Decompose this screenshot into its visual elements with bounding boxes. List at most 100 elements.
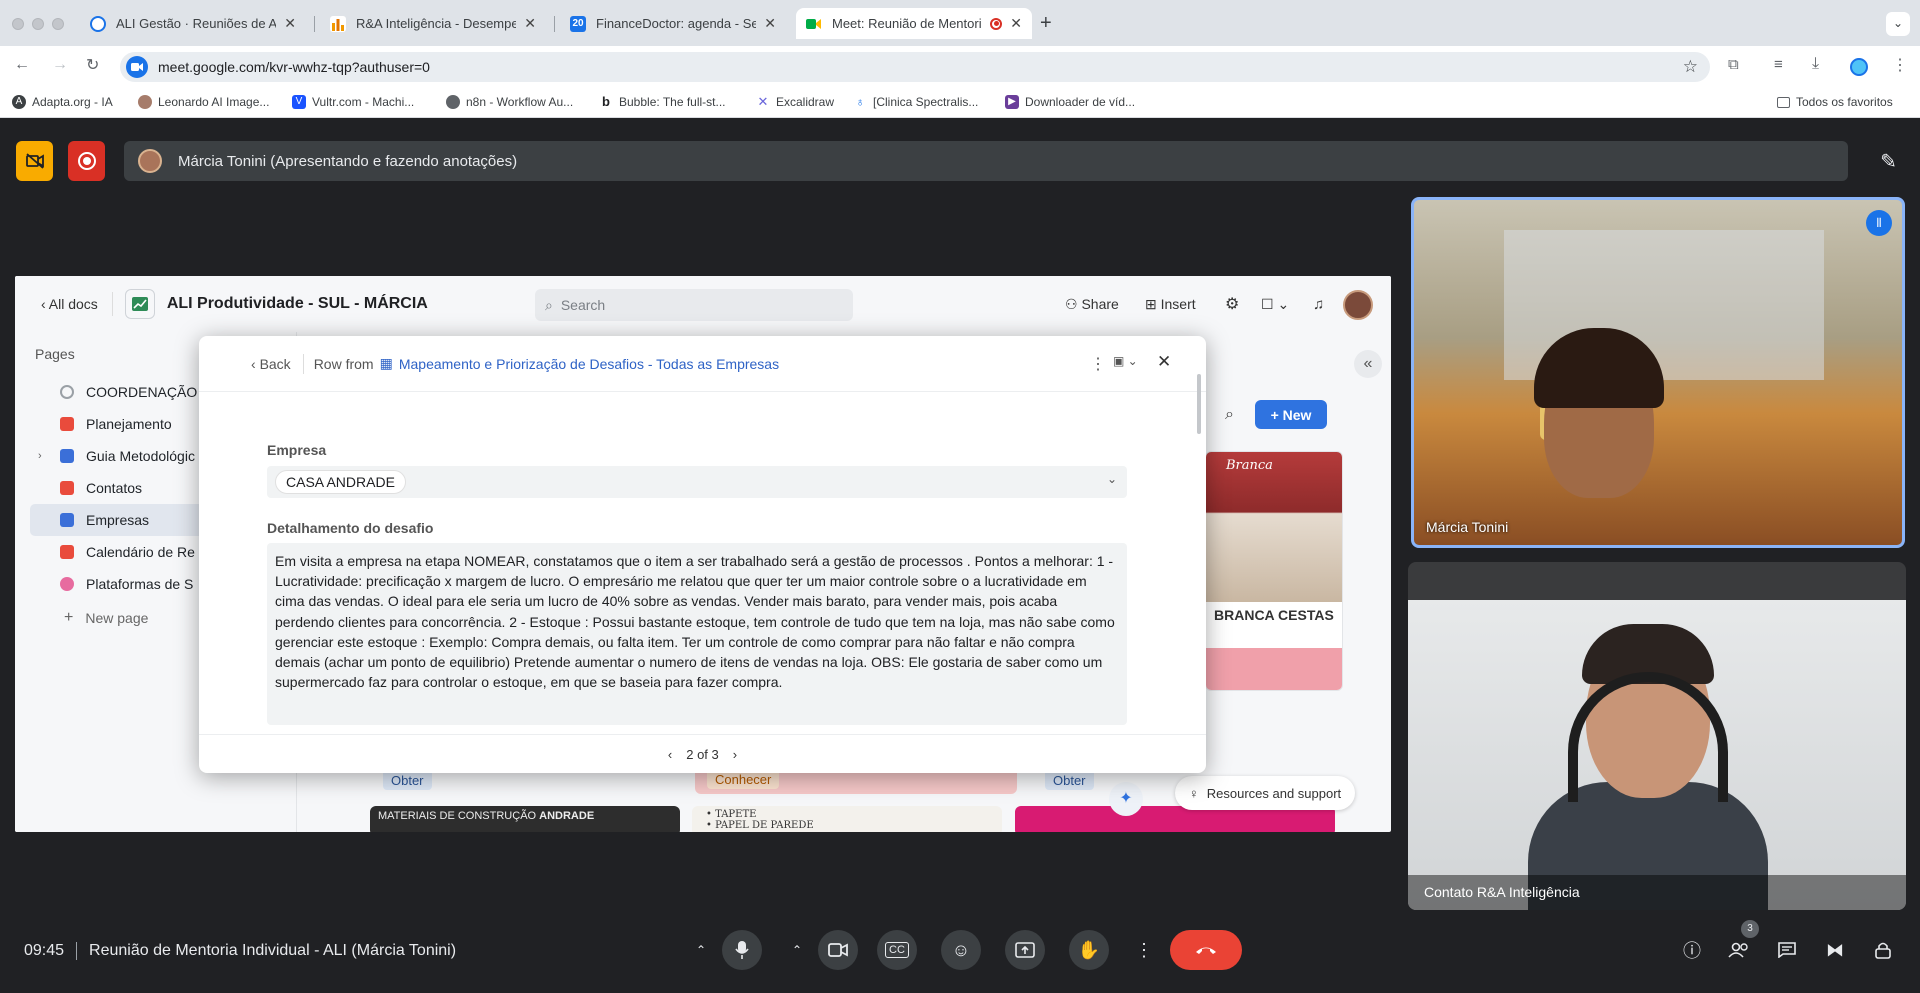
- bookmark-3[interactable]: V Vultr.com - Machi...: [292, 95, 414, 109]
- previous-row-icon[interactable]: ‹: [668, 747, 672, 762]
- source-table-link[interactable]: ▦ Mapeamento e Priorização de Desafios - …: [380, 355, 780, 372]
- profile-avatar[interactable]: [1850, 58, 1868, 76]
- recording-icon: [990, 17, 1003, 30]
- close-tab-icon[interactable]: ✕: [764, 15, 776, 32]
- search-icon: ⌕: [545, 296, 553, 313]
- presentation-bar: Márcia Tonini (Apresentando e fazendo an…: [14, 141, 1918, 181]
- bookmark-2[interactable]: Leonardo AI Image...: [138, 95, 269, 109]
- collapse-panel-icon[interactable]: «: [1354, 350, 1382, 378]
- all-bookmarks[interactable]: Todos os favoritos: [1777, 95, 1893, 109]
- window-controls[interactable]: [12, 17, 72, 35]
- folder-icon: [1777, 96, 1790, 108]
- annotation-pen-icon[interactable]: ✎: [1870, 141, 1907, 181]
- browser-tab-2[interactable]: R&A Inteligência - Desempenh ✕: [320, 8, 546, 39]
- participant-tile-contato[interactable]: Contato R&A Inteligência: [1408, 562, 1906, 910]
- video-options-chevron-icon[interactable]: ⌃: [777, 930, 817, 970]
- close-tab-icon[interactable]: ✕: [1010, 15, 1022, 32]
- next-row-icon[interactable]: ›: [733, 747, 737, 762]
- bookmark-8[interactable]: ▶ Downloader de víd...: [1005, 95, 1135, 109]
- brain-icon: [60, 577, 74, 591]
- participant-name: Márcia Tonini: [1426, 519, 1509, 535]
- camera-icon[interactable]: [818, 930, 858, 970]
- chat-icon[interactable]: [1767, 930, 1807, 970]
- close-modal-icon[interactable]: ✕: [1157, 352, 1171, 372]
- more-options-icon[interactable]: ⋮: [1090, 354, 1106, 374]
- row-from-label: Row from: [313, 355, 374, 372]
- all-docs-link[interactable]: ‹ All docs: [41, 296, 98, 312]
- browser-tab-3[interactable]: 20 FinanceDoctor: agenda - Sem ✕: [560, 8, 786, 39]
- browser-tab-1[interactable]: ALI Gestão · Reuniões de Alin ✕: [80, 8, 306, 39]
- recording-indicator-icon[interactable]: [68, 141, 105, 181]
- new-tab-icon[interactable]: +: [1040, 12, 1052, 35]
- chevron-right-icon[interactable]: ›: [38, 450, 42, 462]
- presenter-avatar: [138, 149, 162, 173]
- raise-hand-icon[interactable]: ✋: [1069, 930, 1109, 970]
- bookmark-5[interactable]: b Bubble: The full-st...: [599, 94, 725, 110]
- forward-arrow-icon[interactable]: →: [52, 56, 68, 74]
- tab-search-chevron-icon[interactable]: ⌄: [1886, 12, 1910, 36]
- star-bookmark-icon[interactable]: ☆: [1683, 57, 1698, 77]
- download-icon[interactable]: ⤓: [1812, 55, 1819, 73]
- present-screen-icon[interactable]: [1005, 930, 1045, 970]
- chevron-down-icon: ⌄: [1106, 472, 1117, 486]
- browser-menu-icon[interactable]: ⋮: [1892, 55, 1908, 75]
- participant-tile-marcia[interactable]: ⦀ Márcia Tonini: [1411, 197, 1905, 548]
- detail-textarea[interactable]: Em visita a empresa na etapa NOMEAR, con…: [267, 543, 1127, 725]
- back-arrow-icon[interactable]: ←: [14, 56, 30, 74]
- field-label-detalhamento: Detalhamento do desafio: [267, 520, 434, 536]
- building-icon: [60, 513, 74, 527]
- empresa-select[interactable]: CASA ANDRADE ⌄: [267, 466, 1127, 498]
- contact-card-icon: [60, 481, 74, 495]
- address-bar[interactable]: meet.google.com/kvr-wwhz-tqp?authuser=0 …: [120, 52, 1710, 82]
- browser-toolbar: ← → ↻ meet.google.com/kvr-wwhz-tqp?authu…: [0, 46, 1920, 88]
- pages-heading: Pages: [35, 346, 75, 362]
- share-button[interactable]: ⚇ Share: [1065, 296, 1119, 313]
- insert-button[interactable]: ⊞ Insert: [1145, 296, 1196, 313]
- people-icon[interactable]: 3: [1719, 920, 1759, 970]
- browser-tab-4-active[interactable]: Meet: Reunião de Mentori ✕: [796, 8, 1032, 39]
- leonardo-icon: [138, 95, 152, 109]
- meeting-details-icon[interactable]: ⓘ: [1672, 930, 1712, 970]
- table-icon: ▦: [379, 355, 393, 371]
- activities-icon[interactable]: ⧓: [1815, 930, 1855, 970]
- bookmark-6[interactable]: ✕ Excalidraw: [756, 95, 834, 110]
- media-controls-icon[interactable]: ≡: [1774, 56, 1783, 73]
- view-mode-icon[interactable]: ▣ ⌄: [1113, 354, 1138, 368]
- bubble-icon: b: [602, 94, 610, 109]
- bookmark-4[interactable]: n8n - Workflow Au...: [446, 95, 573, 109]
- modal-scrollbar[interactable]: [1197, 374, 1201, 434]
- calendar-icon: [60, 545, 74, 559]
- leave-call-button[interactable]: [1170, 930, 1242, 970]
- more-options-icon[interactable]: ⋮: [1124, 930, 1164, 970]
- comments-icon[interactable]: ☐ ⌄: [1261, 296, 1289, 313]
- bookmarks-bar: A Adapta.org - IA Leonardo AI Image... VV…: [0, 88, 1920, 118]
- camera-off-indicator-icon[interactable]: [16, 141, 53, 181]
- resources-support-button[interactable]: ♀ Resources and support: [1175, 776, 1356, 810]
- microphone-icon[interactable]: [722, 930, 762, 970]
- extensions-icon[interactable]: ⧉: [1728, 56, 1739, 73]
- table-search-icon[interactable]: ⌕: [1225, 406, 1234, 424]
- reload-icon[interactable]: ↻: [86, 55, 99, 75]
- meet-site-icon: [126, 56, 148, 78]
- meet-icon: [806, 15, 822, 32]
- emoji-reaction-icon[interactable]: ☺: [941, 930, 981, 970]
- bookmark-1[interactable]: A Adapta.org - IA: [12, 95, 113, 109]
- close-tab-icon[interactable]: ✕: [284, 15, 296, 32]
- host-controls-lock-icon[interactable]: [1863, 930, 1903, 970]
- notification-bell-icon[interactable]: ♫: [1313, 296, 1324, 313]
- settings-gear-icon[interactable]: ⚙: [1225, 294, 1239, 314]
- user-avatar[interactable]: [1343, 290, 1373, 320]
- back-button[interactable]: ‹ Back: [251, 356, 291, 372]
- sync-icon: [60, 385, 74, 399]
- close-tab-icon[interactable]: ✕: [524, 15, 536, 32]
- audio-options-chevron-icon[interactable]: ⌃: [681, 930, 721, 970]
- captions-icon[interactable]: CC: [877, 930, 917, 970]
- ai-sparkle-icon[interactable]: ✦: [1109, 782, 1143, 816]
- participant-person: [1528, 622, 1768, 910]
- company-card[interactable]: Branca BRANCA CESTAS: [1205, 451, 1343, 691]
- new-row-button[interactable]: + New: [1255, 400, 1327, 429]
- lightbulb-icon: ♀: [1189, 785, 1199, 801]
- bookmark-7[interactable]: ♁ [Clinica Spectralis...: [853, 95, 979, 109]
- calendar-icon: 20: [570, 15, 586, 32]
- doc-search-input[interactable]: ⌕ Search: [535, 289, 853, 321]
